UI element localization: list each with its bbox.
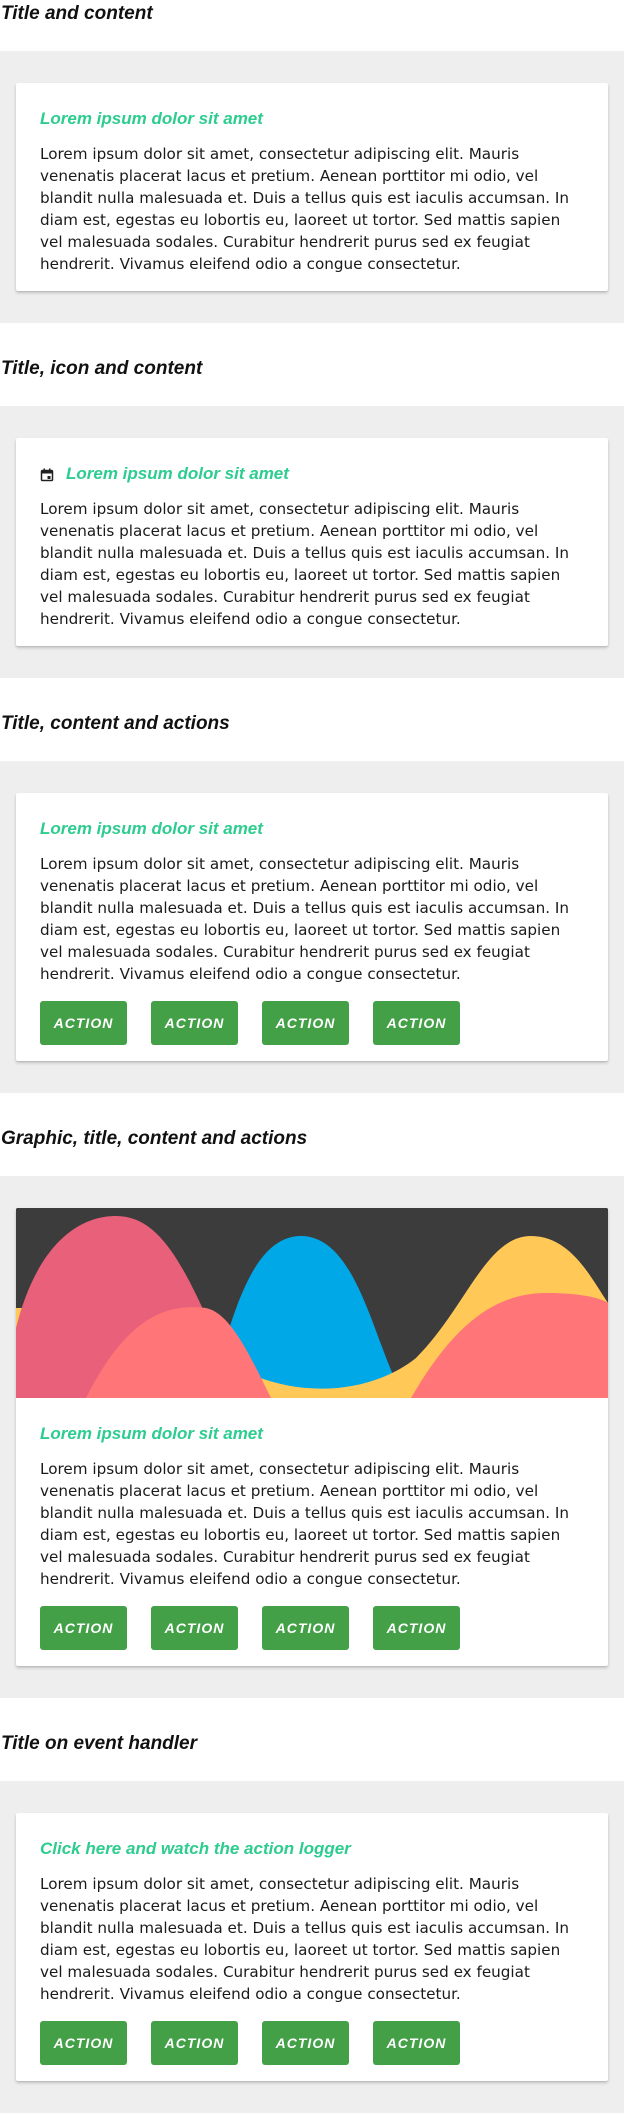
action-button[interactable]: ACTION [151, 1606, 238, 1650]
action-button[interactable]: ACTION [262, 1001, 349, 1045]
card-title: Lorem ipsum dolor sit amet [40, 1424, 263, 1443]
section-heading: Title and content [1, 3, 153, 24]
card-actions: ACTION ACTION ACTION ACTION [40, 1606, 584, 1650]
action-button[interactable]: ACTION [151, 1001, 238, 1045]
section-title-on-event-handler: Title on event handler Click here and wa… [0, 1730, 624, 2113]
card-content: Lorem ipsum dolor sit amet, consectetur … [40, 1460, 569, 1588]
card-title: Lorem ipsum dolor sit amet [40, 462, 584, 486]
section-title-content-and-actions: Title, content and actions Lorem ipsum d… [0, 710, 624, 1093]
action-button[interactable]: ACTION [373, 2021, 460, 2065]
card-title: Lorem ipsum dolor sit amet [40, 109, 263, 128]
action-button[interactable]: ACTION [40, 2021, 127, 2065]
calendar-icon [40, 467, 54, 482]
clickable-card-title[interactable]: Click here and watch the action logger [40, 1837, 584, 1861]
card: Lorem ipsum dolor sit amet Lorem ipsum d… [16, 793, 608, 1061]
action-button[interactable]: ACTION [40, 1001, 127, 1045]
card-content: Lorem ipsum dolor sit amet, consectetur … [40, 855, 569, 983]
section-title-and-content: Title and content Lorem ipsum dolor sit … [0, 0, 624, 323]
action-button[interactable]: ACTION [373, 1606, 460, 1650]
section-heading: Graphic, title, content and actions [1, 1128, 308, 1149]
action-button[interactable]: ACTION [373, 1001, 460, 1045]
section-heading: Title on event handler [1, 1733, 198, 1754]
action-button[interactable]: ACTION [262, 1606, 349, 1650]
card: Lorem ipsum dolor sit amet Lorem ipsum d… [16, 83, 608, 291]
card-title: Lorem ipsum dolor sit amet [40, 819, 263, 838]
action-button[interactable]: ACTION [151, 2021, 238, 2065]
action-button[interactable]: ACTION [262, 2021, 349, 2065]
section-band: Lorem ipsum dolor sit amet Lorem ipsum d… [0, 761, 624, 1093]
section-band: Click here and watch the action logger L… [0, 1781, 624, 2113]
card-actions: ACTION ACTION ACTION ACTION [40, 1001, 584, 1045]
card-content: Lorem ipsum dolor sit amet, consectetur … [40, 500, 569, 628]
section-heading: Title, icon and content [1, 358, 203, 379]
card: Click here and watch the action logger L… [16, 1813, 608, 2081]
section-title-icon-and-content: Title, icon and content Lorem ipsum dolo… [0, 355, 624, 678]
wave-graphic [16, 1208, 608, 1398]
section-graphic-title-content-actions: Graphic, title, content and actions Lore… [0, 1125, 624, 1698]
card: Lorem ipsum dolor sit amet Lorem ipsum d… [16, 438, 608, 646]
card-content: Lorem ipsum dolor sit amet, consectetur … [40, 1875, 569, 2003]
section-band: Lorem ipsum dolor sit amet Lorem ipsum d… [0, 406, 624, 678]
card: Lorem ipsum dolor sit amet Lorem ipsum d… [16, 1208, 608, 1666]
section-band: Lorem ipsum dolor sit amet Lorem ipsum d… [0, 51, 624, 323]
card-actions: ACTION ACTION ACTION ACTION [40, 2021, 584, 2065]
card-content: Lorem ipsum dolor sit amet, consectetur … [40, 145, 569, 273]
section-heading: Title, content and actions [1, 713, 230, 734]
section-band: Lorem ipsum dolor sit amet Lorem ipsum d… [0, 1176, 624, 1698]
action-button[interactable]: ACTION [40, 1606, 127, 1650]
